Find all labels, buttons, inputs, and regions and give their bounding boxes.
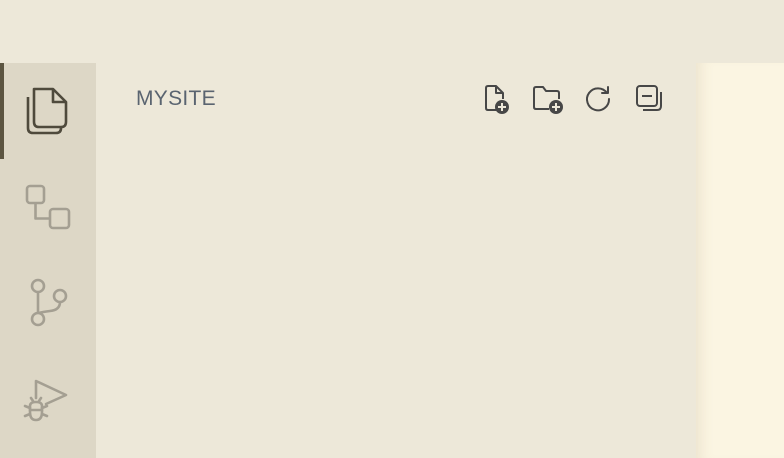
activity-bar bbox=[0, 63, 96, 458]
collapse-all-button[interactable] bbox=[634, 83, 666, 115]
activity-item-run-debug[interactable] bbox=[0, 351, 96, 447]
activity-item-explorer[interactable] bbox=[0, 63, 96, 159]
source-control-icon bbox=[30, 278, 68, 327]
structure-icon bbox=[25, 184, 71, 230]
activity-item-source-control[interactable] bbox=[0, 255, 96, 351]
refresh-icon bbox=[586, 86, 611, 112]
activity-item-structure[interactable] bbox=[0, 159, 96, 255]
title-bar bbox=[0, 0, 784, 63]
files-icon bbox=[26, 87, 68, 135]
editor-area[interactable] bbox=[696, 63, 784, 458]
new-file-icon bbox=[485, 85, 509, 114]
explorer-title: MYSITE bbox=[136, 87, 216, 110]
new-file-button[interactable] bbox=[480, 83, 512, 115]
new-folder-button[interactable] bbox=[532, 83, 564, 115]
new-folder-icon bbox=[533, 86, 563, 114]
refresh-button[interactable] bbox=[582, 83, 614, 115]
explorer-panel: MYSITE bbox=[96, 63, 696, 458]
run-debug-icon bbox=[23, 379, 68, 422]
collapse-all-icon bbox=[636, 85, 662, 111]
